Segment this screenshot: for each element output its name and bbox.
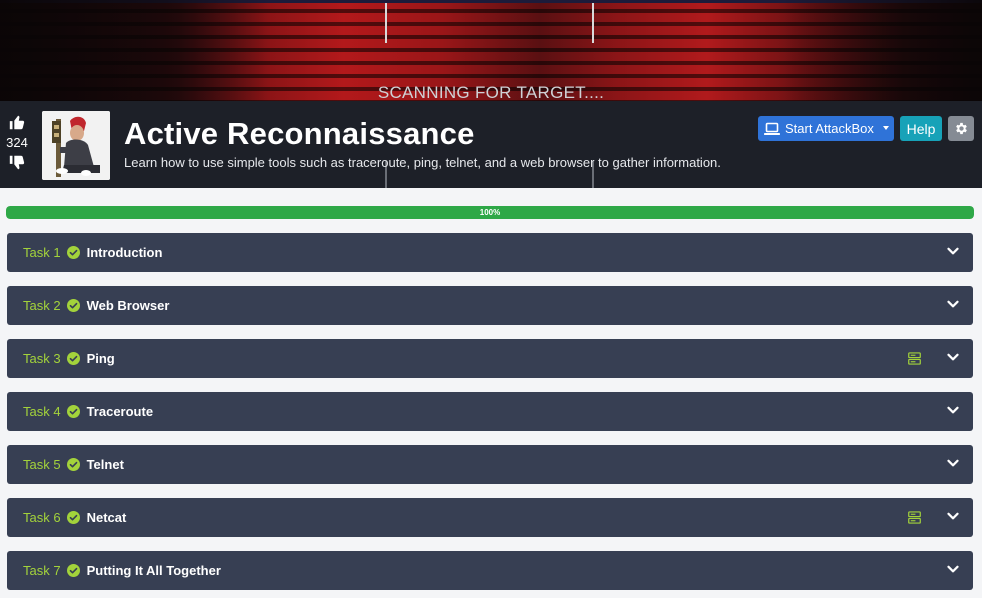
task-title: Netcat: [86, 510, 127, 525]
task-number: Task 4: [23, 404, 61, 419]
room-title: Active Reconnaissance: [124, 116, 475, 151]
task-row[interactable]: Task 5 Telnet: [7, 445, 973, 484]
task-number: Task 5: [23, 457, 61, 472]
check-circle-icon: [66, 511, 80, 524]
task-number: Task 7: [23, 563, 61, 578]
thumbs-up-icon[interactable]: [8, 113, 26, 131]
hacker-avatar-icon: [42, 111, 110, 180]
laptop-icon: [764, 122, 780, 135]
task-title: Putting It All Together: [86, 563, 221, 578]
thumbs-down-icon[interactable]: [8, 154, 26, 172]
chevron-down-icon[interactable]: [947, 353, 959, 362]
progress-fill: 100%: [6, 206, 974, 219]
start-attackbox-label: Start AttackBox: [785, 121, 874, 136]
task-list: Task 1 Introduction Task 2 Web Browser Task …: [7, 233, 973, 598]
task-row[interactable]: Task 3 Ping: [7, 339, 973, 378]
check-circle-icon: [66, 246, 80, 259]
task-title: Introduction: [86, 245, 163, 260]
caret-down-icon[interactable]: [883, 126, 889, 130]
gear-icon: [955, 122, 967, 135]
chevron-down-icon[interactable]: [947, 565, 959, 574]
check-circle-icon: [66, 405, 80, 418]
banner-image: SCANNING FOR TARGET....: [0, 0, 982, 102]
help-button[interactable]: Help: [900, 116, 942, 141]
chevron-down-icon[interactable]: [947, 300, 959, 309]
settings-button[interactable]: [948, 116, 974, 141]
progress-label: 100%: [479, 208, 501, 217]
chevron-down-icon[interactable]: [947, 247, 959, 256]
chevron-down-icon[interactable]: [947, 512, 959, 521]
task-row[interactable]: Task 1 Introduction: [7, 233, 973, 272]
banner-scan-text: SCANNING FOR TARGET....: [377, 83, 605, 102]
task-number: Task 1: [23, 245, 61, 260]
chevron-down-icon[interactable]: [947, 406, 959, 415]
task-number: Task 6: [23, 510, 61, 525]
room-description: Learn how to use simple tools such as tr…: [124, 155, 721, 170]
task-row[interactable]: Task 2 Web Browser: [7, 286, 973, 325]
task-title: Telnet: [86, 457, 124, 472]
room-banner: SCANNING FOR TARGET.... 324 Active Recon…: [0, 0, 982, 188]
chevron-down-icon[interactable]: [947, 459, 959, 468]
vote-widget: 324: [2, 113, 32, 172]
task-number: Task 2: [23, 298, 61, 313]
task-row[interactable]: Task 7 Putting It All Together: [7, 551, 973, 590]
task-row[interactable]: Task 4 Traceroute: [7, 392, 973, 431]
task-title: Ping: [86, 351, 115, 366]
check-circle-icon: [66, 564, 80, 577]
task-number: Task 3: [23, 351, 61, 366]
vote-count: 324: [6, 135, 28, 150]
check-circle-icon: [66, 352, 80, 365]
task-row[interactable]: Task 6 Netcat: [7, 498, 973, 537]
server-icon: [908, 511, 921, 524]
room-page: SCANNING FOR TARGET.... 324 Active Recon…: [0, 0, 982, 598]
room-progress-bar: 100%: [6, 206, 974, 219]
check-circle-icon: [66, 458, 80, 471]
task-title: Web Browser: [86, 298, 170, 313]
check-circle-icon: [66, 299, 80, 312]
start-attackbox-button[interactable]: Start AttackBox: [758, 116, 894, 141]
server-icon: [908, 352, 921, 365]
task-title: Traceroute: [86, 404, 154, 419]
